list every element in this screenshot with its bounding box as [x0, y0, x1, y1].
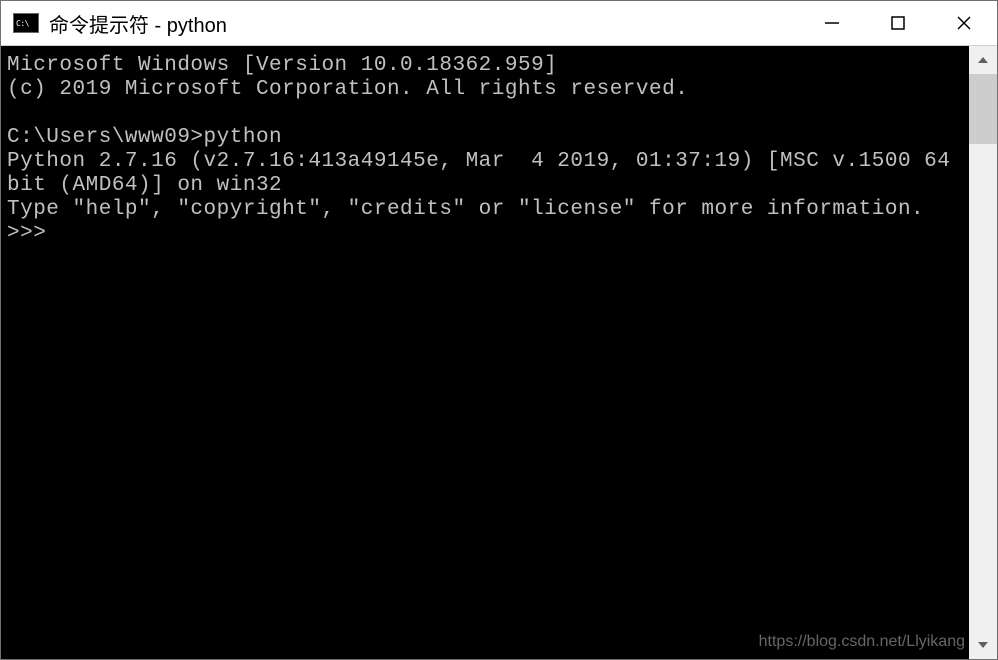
window-frame: C:\ 命令提示符 - python Microsoft Wi [0, 0, 998, 660]
scrollbar-up-button[interactable] [969, 46, 997, 74]
scrollbar-track[interactable] [969, 74, 997, 631]
chevron-down-icon [978, 642, 988, 648]
cmd-icon: C:\ [13, 13, 39, 33]
vertical-scrollbar[interactable] [969, 46, 997, 659]
terminal-output[interactable]: Microsoft Windows [Version 10.0.18362.95… [1, 46, 969, 659]
maximize-icon [890, 15, 906, 31]
close-icon [956, 15, 972, 31]
scrollbar-down-button[interactable] [969, 631, 997, 659]
cmd-icon-text: C:\ [14, 19, 29, 28]
chevron-up-icon [978, 57, 988, 63]
window-title: 命令提示符 - python [49, 9, 799, 38]
terminal-area: Microsoft Windows [Version 10.0.18362.95… [1, 46, 997, 659]
close-button[interactable] [931, 1, 997, 45]
titlebar[interactable]: C:\ 命令提示符 - python [1, 1, 997, 46]
maximize-button[interactable] [865, 1, 931, 45]
minimize-button[interactable] [799, 1, 865, 45]
window-controls [799, 1, 997, 45]
scrollbar-thumb[interactable] [969, 74, 997, 144]
minimize-icon [824, 15, 840, 31]
